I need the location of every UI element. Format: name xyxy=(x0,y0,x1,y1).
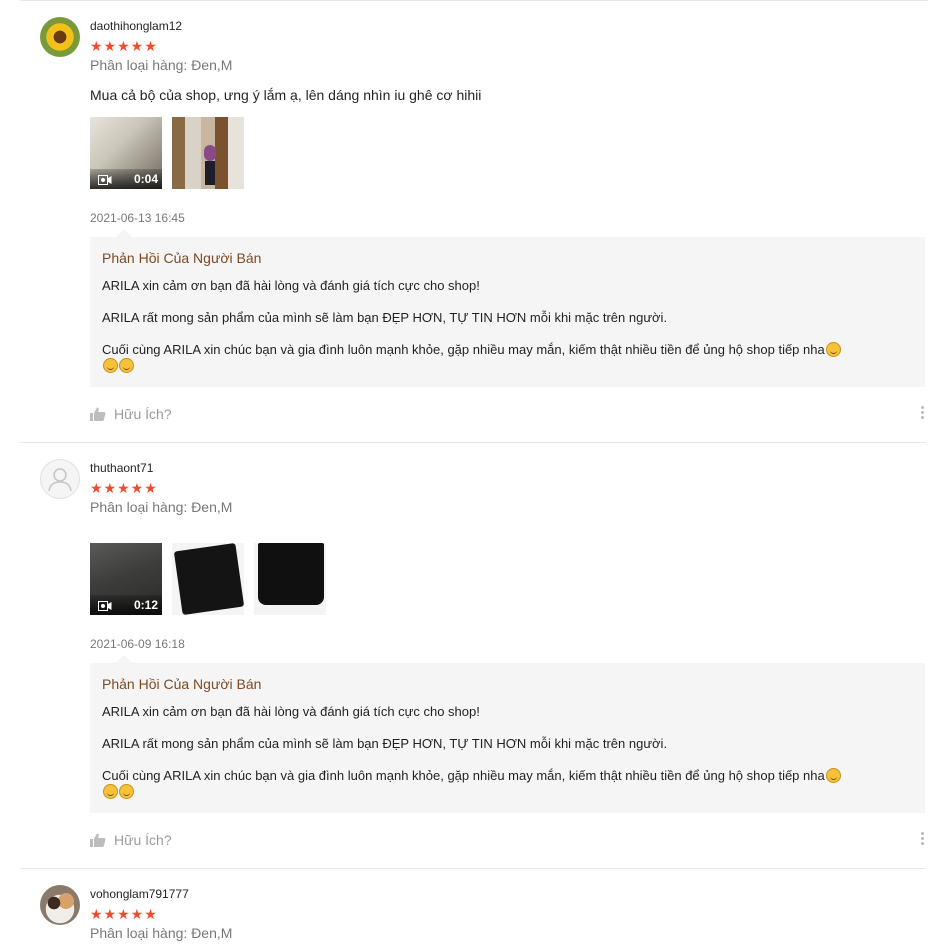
seller-reply-line: Cuối cùng ARILA xin chúc bạn và gia đình… xyxy=(102,768,913,800)
video-overlay: 0:12 xyxy=(90,595,162,615)
product-shorts xyxy=(258,543,324,605)
review-video-thumbnail[interactable]: 0:12 xyxy=(90,543,162,615)
video-duration: 0:12 xyxy=(133,598,158,612)
video-camera-icon xyxy=(98,601,112,611)
review-timestamp: 2021-06-13 16:45 xyxy=(90,211,185,225)
avatar[interactable] xyxy=(40,459,80,499)
thumbs-up-icon xyxy=(90,407,106,421)
review-image-thumbnail[interactable] xyxy=(172,543,244,615)
person-legs xyxy=(205,161,215,185)
default-user-icon xyxy=(48,468,72,492)
seller-reply: Phản Hồi Của Người Bán ARILA xin cảm ơn … xyxy=(90,655,925,813)
seller-reply-title: Phản Hồi Của Người Bán xyxy=(102,676,262,692)
smile-emoji-icon xyxy=(825,768,841,783)
seller-reply: Phản Hồi Của Người Bán ARILA xin cảm ơn … xyxy=(90,229,925,387)
helpful-label: Hữu Ích? xyxy=(114,832,172,848)
avatar[interactable] xyxy=(40,17,80,57)
reviewer-username[interactable]: daothihonglam12 xyxy=(90,19,182,33)
reviewer-username[interactable]: thuthaont71 xyxy=(90,461,153,475)
rating-stars: ★★★★★ xyxy=(90,38,158,54)
smile-emoji-icon xyxy=(119,784,134,799)
rating-stars: ★★★★★ xyxy=(90,480,158,496)
avatar[interactable] xyxy=(40,885,80,925)
seller-reply-title: Phản Hồi Của Người Bán xyxy=(102,250,262,266)
more-options-icon[interactable] xyxy=(918,406,926,422)
review-image-thumbnail[interactable] xyxy=(254,543,326,615)
helpful-button[interactable]: Hữu Ích? xyxy=(90,406,172,422)
product-variation: Phân loại hàng: Đen,M xyxy=(90,57,233,73)
review-divider xyxy=(20,868,926,869)
smile-emoji-icon xyxy=(103,784,118,799)
helpful-button[interactable]: Hữu Ích? xyxy=(90,832,172,848)
review-divider xyxy=(20,442,926,443)
review-media: 0:12 xyxy=(90,543,326,615)
smile-emoji-icon xyxy=(825,342,841,357)
seller-reply-line: Cuối cùng ARILA xin chúc bạn và gia đình… xyxy=(102,342,913,374)
seller-reply-text: Cuối cùng ARILA xin chúc bạn và gia đình… xyxy=(102,342,825,357)
more-options-icon[interactable] xyxy=(918,832,926,848)
seller-reply-line: ARILA xin cảm ơn bạn đã hài lòng và đánh… xyxy=(102,704,480,719)
rating-stars: ★★★★★ xyxy=(90,906,158,922)
video-duration: 0:04 xyxy=(133,172,158,186)
top-divider xyxy=(20,0,928,1)
product-variation: Phân loại hàng: Đen,M xyxy=(90,925,233,941)
product-variation: Phân loại hàng: Đen,M xyxy=(90,499,233,515)
thumbs-up-icon xyxy=(90,833,106,847)
reviewer-username[interactable]: vohonglam791777 xyxy=(90,887,189,901)
review-media: 0:04 xyxy=(90,117,244,189)
product-shorts xyxy=(173,543,244,615)
review-video-thumbnail[interactable]: 0:04 xyxy=(90,117,162,189)
smile-emoji-icon xyxy=(119,358,134,373)
video-camera-icon xyxy=(98,175,112,185)
seller-reply-line: ARILA rất mong sản phẩm của mình sẽ làm … xyxy=(102,736,668,751)
seller-reply-line: ARILA rất mong sản phẩm của mình sẽ làm … xyxy=(102,310,668,325)
person-figure xyxy=(204,145,216,161)
review-image-thumbnail[interactable] xyxy=(172,117,244,189)
seller-reply-text: Cuối cùng ARILA xin chúc bạn và gia đình… xyxy=(102,768,825,783)
smile-emoji-icon xyxy=(103,358,118,373)
helpful-label: Hữu Ích? xyxy=(114,406,172,422)
review-timestamp: 2021-06-09 16:18 xyxy=(90,637,185,651)
video-overlay: 0:04 xyxy=(90,169,162,189)
review-comment: Mua cả bộ của shop, ưng ý lắm ạ, lên dán… xyxy=(90,87,482,103)
seller-reply-line: ARILA xin cảm ơn bạn đã hài lòng và đánh… xyxy=(102,278,480,293)
